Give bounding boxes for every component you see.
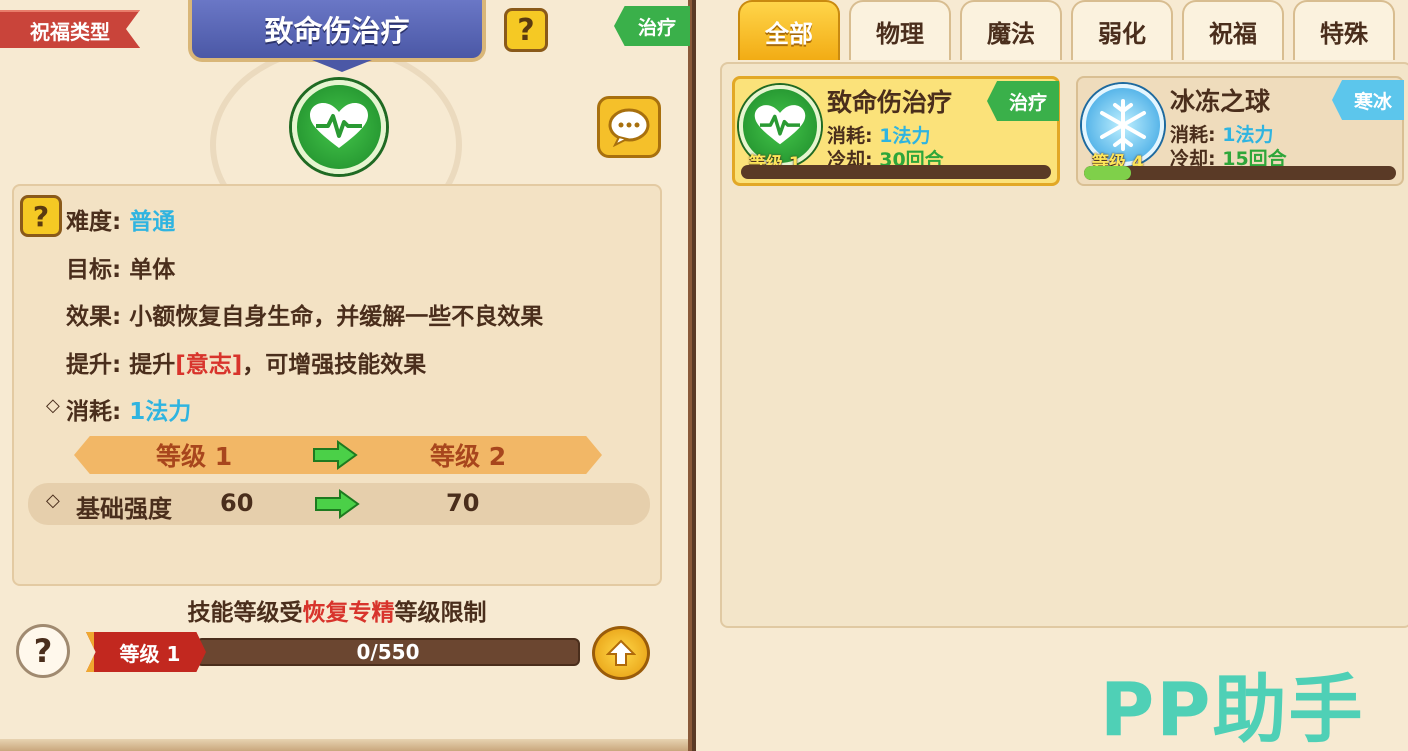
cost-label: 消耗: bbox=[827, 125, 873, 147]
chat-bubble-icon bbox=[608, 108, 650, 147]
effect-label: 效果: bbox=[66, 304, 122, 330]
card-cost: 消耗: 1法力 bbox=[1170, 120, 1273, 147]
diamond-icon: ◇ bbox=[46, 395, 60, 416]
cost-row: 消耗: 1法力 bbox=[66, 392, 191, 426]
arrow-up-icon bbox=[606, 639, 636, 666]
category-tabs: 全部 物理 魔法 弱化 祝福 特殊 bbox=[738, 0, 1395, 62]
skill-title-banner: 致命伤治疗 bbox=[188, 0, 486, 72]
card-tag: 治疗 bbox=[987, 81, 1059, 121]
skill-info-box bbox=[12, 184, 662, 586]
difficulty-label: 难度: bbox=[66, 209, 122, 235]
question-icon: ? bbox=[32, 199, 50, 233]
limit-prefix: 技能等级受 bbox=[187, 600, 303, 626]
help-button-bottom[interactable]: ? bbox=[16, 624, 70, 678]
question-icon: ? bbox=[517, 12, 535, 48]
stat-name: 基础强度 bbox=[76, 495, 172, 523]
target-value: 单体 bbox=[129, 257, 176, 283]
cost-label: 消耗: bbox=[66, 399, 122, 425]
stat-next: 70 bbox=[446, 489, 480, 517]
help-button-top[interactable]: ? bbox=[504, 8, 548, 52]
boost-highlight: [意志] bbox=[175, 352, 243, 378]
skill-list: 等级 1 致命伤治疗 消耗: 1法力 冷却: 30回合 治疗 等级 4 冰冻之球… bbox=[720, 62, 1408, 628]
card-name: 冰冻之球 bbox=[1170, 87, 1271, 116]
cost-value: 1法力 bbox=[879, 125, 931, 147]
tab-all[interactable]: 全部 bbox=[738, 0, 840, 60]
cost-value: 1法力 bbox=[129, 399, 192, 425]
card-tag: 寒冰 bbox=[1332, 80, 1404, 120]
effect-row: 效果: 小额恢复自身生命，并缓解一些不良效果 bbox=[66, 297, 543, 331]
stat-current: 60 bbox=[220, 489, 254, 517]
card-name: 致命伤治疗 bbox=[827, 88, 953, 117]
tab-special[interactable]: 特殊 bbox=[1293, 0, 1395, 60]
difficulty-help-button[interactable]: ? bbox=[20, 195, 62, 237]
xp-text: 0/550 bbox=[356, 640, 420, 664]
tab-weaken[interactable]: 弱化 bbox=[1071, 0, 1173, 60]
difficulty-row: 难度: 普通 bbox=[66, 202, 175, 236]
upgrade-button[interactable] bbox=[592, 626, 650, 680]
card-cost: 消耗: 1法力 bbox=[827, 121, 930, 148]
category-tag: 治疗 bbox=[614, 6, 690, 46]
pp-assistant-watermark: PP助手 bbox=[1100, 667, 1365, 751]
target-row: 目标: 单体 bbox=[66, 250, 175, 284]
card-progress-fill bbox=[1084, 166, 1131, 180]
skill-card-heal[interactable]: 等级 1 致命伤治疗 消耗: 1法力 冷却: 30回合 治疗 bbox=[732, 76, 1060, 186]
boost-label: 提升: bbox=[66, 352, 122, 378]
level-limit-text: 技能等级受恢复专精等级限制 bbox=[0, 593, 674, 627]
current-level: 等级 1 bbox=[156, 442, 233, 471]
arrow-right-icon bbox=[315, 489, 360, 519]
difficulty-value: 普通 bbox=[129, 209, 176, 235]
xp-progress-bar: 0/550 bbox=[196, 638, 580, 666]
limit-suffix: 等级限制 bbox=[394, 600, 487, 626]
skill-title: 致命伤治疗 bbox=[264, 14, 410, 48]
arrow-right-icon bbox=[313, 440, 358, 470]
tab-magic[interactable]: 魔法 bbox=[960, 0, 1062, 60]
card-progress bbox=[741, 165, 1051, 179]
heart-pulse-icon bbox=[292, 80, 386, 174]
boost-prefix: 提升 bbox=[129, 352, 176, 378]
tab-blessing[interactable]: 祝福 bbox=[1182, 0, 1284, 60]
level-compare-bar: 等级 1 等级 2 bbox=[74, 436, 602, 474]
diamond-icon: ◇ bbox=[46, 490, 60, 511]
base-strength-row: ◇ 基础强度 60 70 bbox=[28, 483, 650, 525]
question-icon: ? bbox=[33, 632, 53, 670]
skill-detail-panel: 祝福类型 致命伤治疗 ? 治疗 ? 难度: 普通 目标: 单体 效果: 小额恢复… bbox=[0, 0, 692, 751]
next-level: 等级 2 bbox=[430, 442, 507, 471]
cost-label: 消耗: bbox=[1170, 124, 1216, 146]
tab-physical[interactable]: 物理 bbox=[849, 0, 951, 60]
level-ribbon: 等级 1 bbox=[86, 632, 206, 672]
limit-highlight: 恢复专精 bbox=[302, 600, 395, 626]
skill-type-ribbon: 祝福类型 bbox=[0, 10, 140, 48]
effect-value: 小额恢复自身生命，并缓解一些不良效果 bbox=[129, 304, 544, 330]
card-progress bbox=[1084, 166, 1396, 180]
skill-list-panel: 全部 物理 魔法 弱化 祝福 特殊 等级 1 致命伤治疗 消耗: 1法力 冷却:… bbox=[696, 0, 1408, 751]
cost-value: 1法力 bbox=[1222, 124, 1274, 146]
target-label: 目标: bbox=[66, 257, 122, 283]
skill-card-ice[interactable]: 等级 4 冰冻之球 消耗: 1法力 冷却: 15回合 寒冰 bbox=[1076, 76, 1404, 186]
chat-button[interactable] bbox=[597, 96, 661, 158]
boost-row: 提升: 提升[意志]，可增强技能效果 bbox=[66, 345, 426, 379]
boost-suffix: ，可增强技能效果 bbox=[242, 352, 427, 378]
